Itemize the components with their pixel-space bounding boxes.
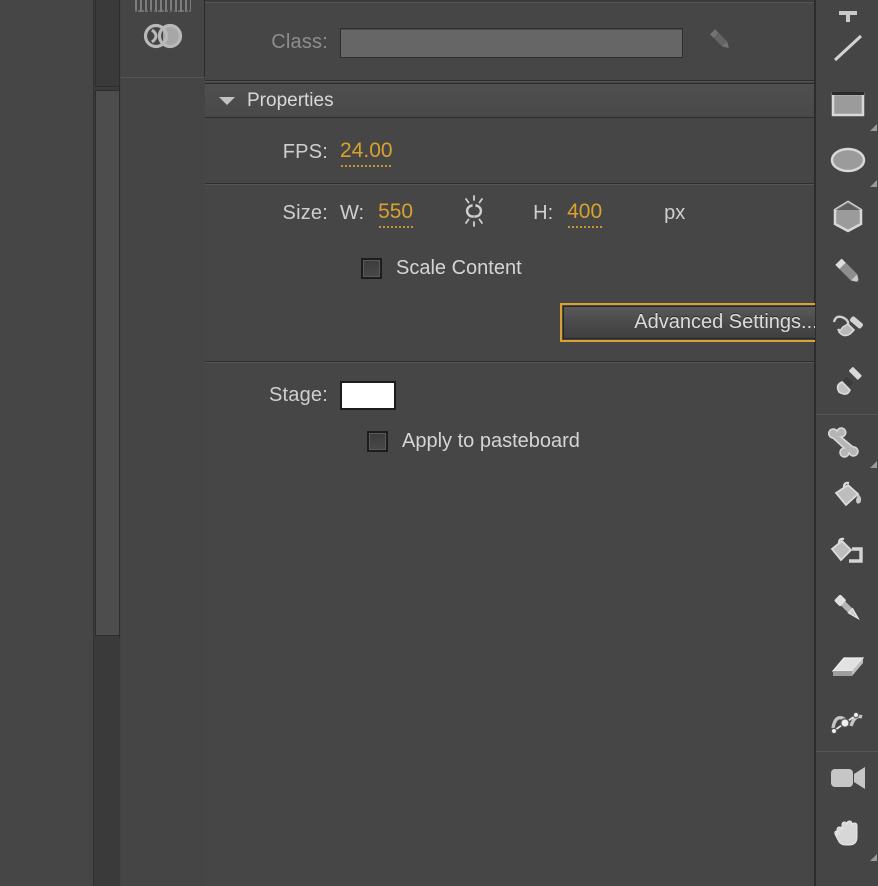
- size-unit-label: px: [664, 202, 686, 224]
- scrollbar-thumb[interactable]: [95, 90, 120, 636]
- pencil-icon[interactable]: [705, 25, 735, 60]
- tool-paint-bucket-tool[interactable]: [816, 471, 878, 527]
- apply-to-pasteboard-checkbox[interactable]: [367, 430, 388, 452]
- apply-to-pasteboard-label: Apply to pasteboard: [402, 429, 580, 452]
- broken-link-icon[interactable]: [457, 194, 491, 233]
- height-value[interactable]: 400: [567, 200, 603, 228]
- properties-panel: Class: Properties FPS: 24.00 Size: W: 55…: [205, 0, 878, 886]
- tool-options-corner-icon[interactable]: [870, 180, 877, 187]
- tool-brush-tool[interactable]: [816, 358, 878, 414]
- properties-section-title: Properties: [247, 89, 334, 111]
- class-input[interactable]: [340, 27, 683, 58]
- fps-row: FPS: 24.00: [205, 121, 814, 183]
- stage-row: Stage:: [205, 374, 814, 416]
- paint-bucket-tool-icon: [828, 479, 868, 520]
- width-value[interactable]: 550: [378, 200, 414, 228]
- tool-text-tool[interactable]: [816, 0, 878, 22]
- scrollbar-segment-bottom[interactable]: [95, 638, 120, 886]
- tool-width-tool[interactable]: [816, 695, 878, 751]
- tool-options-corner-icon[interactable]: [870, 461, 877, 468]
- ink-bottle-tool-icon: [827, 535, 869, 576]
- width-tool-icon: [827, 704, 869, 743]
- oval-tool-icon: [828, 145, 868, 180]
- scale-content-row: Scale Content: [205, 246, 814, 290]
- width-label: W:: [340, 202, 365, 224]
- paint-brush-tool-icon: [828, 310, 868, 351]
- vertical-scrollbar[interactable]: [93, 0, 120, 886]
- workspace-background: [0, 0, 93, 886]
- tool-camera-tool[interactable]: [816, 752, 878, 808]
- bone-tool-icon: [827, 423, 868, 464]
- tools-panel: [815, 0, 878, 886]
- apply-to-pasteboard-row: Apply to pasteboard: [205, 420, 814, 462]
- tool-oval-tool[interactable]: [816, 134, 878, 190]
- section-divider-3: [205, 361, 814, 363]
- tool-eyedropper-tool[interactable]: [816, 583, 878, 639]
- class-label: Class:: [271, 31, 328, 53]
- camera-tool-icon: [826, 763, 870, 798]
- triangle-down-icon[interactable]: [219, 96, 235, 105]
- fps-label: FPS:: [282, 140, 328, 163]
- tool-options-corner-icon[interactable]: [870, 854, 877, 861]
- dock-empty-area: [121, 79, 205, 886]
- creative-cloud-icon: [139, 18, 187, 59]
- tool-options-corner-icon[interactable]: [870, 124, 877, 131]
- eyedropper-tool-icon: [829, 590, 867, 633]
- tool-pencil-tool[interactable]: [816, 246, 878, 302]
- hand-tool-icon: [829, 815, 867, 858]
- fps-value[interactable]: 24.00: [340, 139, 393, 167]
- tool-line-tool[interactable]: [816, 22, 878, 78]
- panel-dock-strip: [121, 0, 205, 886]
- properties-section-header[interactable]: Properties: [205, 83, 814, 118]
- tool-paint-brush-tool[interactable]: [816, 302, 878, 358]
- tool-ink-bottle-tool[interactable]: [816, 527, 878, 583]
- height-label: H:: [533, 202, 554, 224]
- size-row: Size: W: 550 H: 400 px: [205, 185, 814, 242]
- line-tool-icon: [830, 30, 866, 71]
- eraser-tool-icon: [828, 649, 868, 686]
- brush-tool-icon: [829, 366, 867, 407]
- sidebar-item-creative-cloud-libraries[interactable]: [121, 0, 205, 78]
- tool-polystar-tool[interactable]: [816, 190, 878, 246]
- tool-bone-tool[interactable]: [816, 415, 878, 471]
- scrollbar-segment-top[interactable]: [95, 0, 120, 87]
- application-window: Class: Properties FPS: 24.00 Size: W: 55…: [0, 0, 878, 886]
- panel-top-divider: [205, 0, 814, 3]
- tool-eraser-tool[interactable]: [816, 639, 878, 695]
- pencil-tool-icon: [830, 254, 866, 295]
- size-label: Size:: [282, 202, 328, 224]
- scale-content-checkbox[interactable]: [361, 257, 382, 279]
- class-row: Class:: [205, 4, 814, 81]
- tool-rectangle-tool[interactable]: [816, 78, 878, 134]
- polystar-tool-icon: [830, 199, 866, 238]
- scale-content-label: Scale Content: [396, 256, 522, 279]
- rectangle-tool-icon: [829, 89, 867, 124]
- stage-label: Stage:: [268, 383, 328, 406]
- stage-color-swatch[interactable]: [340, 380, 396, 410]
- section-divider-1: [205, 80, 814, 82]
- tool-hand-tool[interactable]: [816, 808, 878, 864]
